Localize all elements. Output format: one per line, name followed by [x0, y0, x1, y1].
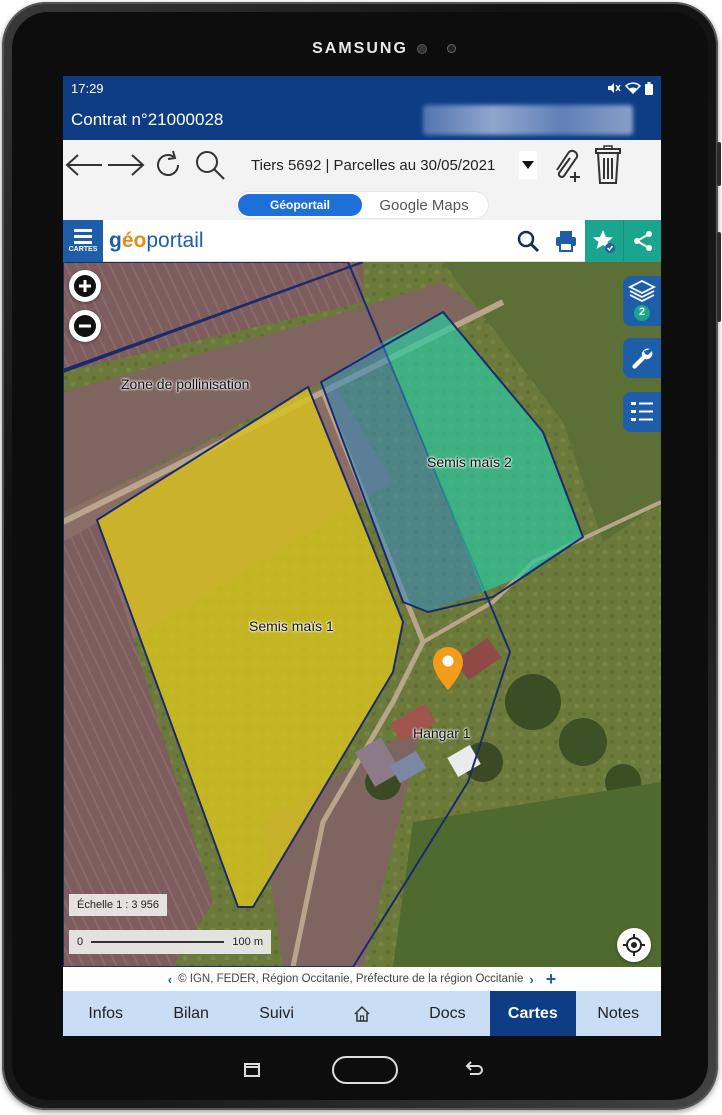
- locate-icon: [623, 934, 645, 956]
- tab-geoportail[interactable]: Géoportail: [238, 194, 362, 216]
- logo-part-portail: portail: [146, 228, 204, 252]
- geolocate-button[interactable]: [617, 928, 651, 962]
- forward-arrow-icon[interactable]: [105, 143, 147, 187]
- sensor-icon: [448, 45, 455, 52]
- parcel-filter-select[interactable]: Tiers 5692 | Parcelles au 30/05/2021: [251, 157, 495, 174]
- battery-icon: [645, 81, 653, 95]
- attribution-text: © IGN, FEDER, Région Occitanie, Préfectu…: [178, 973, 524, 985]
- tab-docs[interactable]: Docs: [405, 991, 490, 1036]
- scale-start: 0: [77, 936, 84, 948]
- tab-cartes[interactable]: Cartes: [490, 991, 576, 1036]
- layers-count-badge: 2: [638, 306, 646, 318]
- recent-apps-icon[interactable]: [242, 1062, 262, 1078]
- scale-bar: 0 100 m: [69, 930, 271, 954]
- attribution-more-icon[interactable]: +: [546, 969, 557, 990]
- refresh-icon[interactable]: [147, 143, 189, 187]
- cartes-menu-button[interactable]: CARTES: [63, 219, 103, 262]
- label-hangar-1: Hangar 1: [413, 725, 471, 741]
- search-icon[interactable]: [189, 143, 231, 187]
- map-view[interactable]: 2 Zone de pollinisation Semis maïs 2 Sem…: [63, 262, 661, 967]
- tab-suivi[interactable]: Suivi: [234, 991, 319, 1036]
- attribution-prev-icon[interactable]: ‹: [168, 972, 172, 987]
- map-source-row: Géoportail Google Maps: [63, 190, 661, 220]
- geoportail-bar: CARTES g éo portail: [63, 219, 661, 262]
- device-brand: SAMSUNG: [312, 40, 408, 57]
- attribution-bar: ‹ © IGN, FEDER, Région Occitanie, Préfec…: [63, 967, 661, 991]
- power-button[interactable]: [717, 142, 721, 186]
- tab-home[interactable]: [319, 991, 404, 1036]
- cartes-menu-label: CARTES: [68, 246, 98, 253]
- share-icon[interactable]: [623, 219, 661, 262]
- hamburger-icon: [74, 229, 92, 244]
- map-search-icon[interactable]: [509, 220, 547, 262]
- scale-ratio: Échelle 1 : 3 956: [69, 894, 167, 916]
- favorite-star-icon[interactable]: [585, 219, 623, 262]
- contract-title: Contrat n°21000028: [71, 110, 224, 129]
- tab-infos[interactable]: Infos: [63, 991, 148, 1036]
- mute-icon: [608, 83, 621, 93]
- app-bar: Contrat n°21000028: [63, 100, 661, 140]
- trash-icon[interactable]: [587, 143, 629, 187]
- label-semis-mais-1: Semis maïs 1: [249, 618, 334, 634]
- scale-line: [91, 941, 225, 943]
- map-source-toggle: Géoportail Google Maps: [235, 191, 489, 219]
- layers-button[interactable]: 2: [623, 276, 661, 326]
- camera-icon: [418, 45, 426, 53]
- bottom-nav: Infos Bilan Suivi Docs Cartes Notes: [63, 991, 661, 1036]
- logo-part-g: g: [109, 228, 122, 252]
- home-button[interactable]: [332, 1056, 398, 1084]
- zoom-in-button[interactable]: [69, 270, 101, 302]
- status-bar: 17:29: [63, 76, 661, 100]
- back-icon[interactable]: [462, 1060, 486, 1080]
- tab-notes[interactable]: Notes: [576, 991, 661, 1036]
- label-zone-pollinisation: Zone de pollinisation: [121, 376, 250, 392]
- dropdown-arrow-icon[interactable]: [519, 151, 538, 179]
- status-time: 17:29: [71, 80, 104, 96]
- attach-icon[interactable]: [545, 143, 587, 187]
- toolbar: Tiers 5692 | Parcelles au 30/05/2021: [63, 140, 661, 190]
- logo-part-eo: éo: [121, 228, 147, 252]
- volume-button[interactable]: [717, 232, 721, 322]
- tab-google-maps[interactable]: Google Maps: [362, 194, 486, 216]
- home-icon: [354, 1005, 370, 1022]
- tab-bilan[interactable]: Bilan: [148, 991, 233, 1036]
- scale-end: 100 m: [232, 936, 263, 948]
- wifi-icon: [625, 82, 641, 94]
- tools-button[interactable]: [623, 338, 661, 378]
- geoportail-logo: g éo portail: [109, 229, 204, 253]
- wrench-icon: [632, 348, 653, 369]
- label-semis-mais-2: Semis maïs 2: [427, 454, 512, 470]
- list-icon: [631, 402, 653, 421]
- print-icon[interactable]: [547, 220, 585, 262]
- redacted-client-info: [423, 105, 633, 135]
- attribution-next-icon[interactable]: ›: [529, 972, 533, 987]
- zoom-out-button[interactable]: [69, 310, 101, 342]
- satellite-imagery: [63, 262, 661, 967]
- screen: 17:29 Contrat n°21000028 Tiers 5692 | Pa…: [63, 76, 661, 1036]
- back-arrow-icon[interactable]: [63, 143, 105, 187]
- legend-button[interactable]: [623, 392, 661, 432]
